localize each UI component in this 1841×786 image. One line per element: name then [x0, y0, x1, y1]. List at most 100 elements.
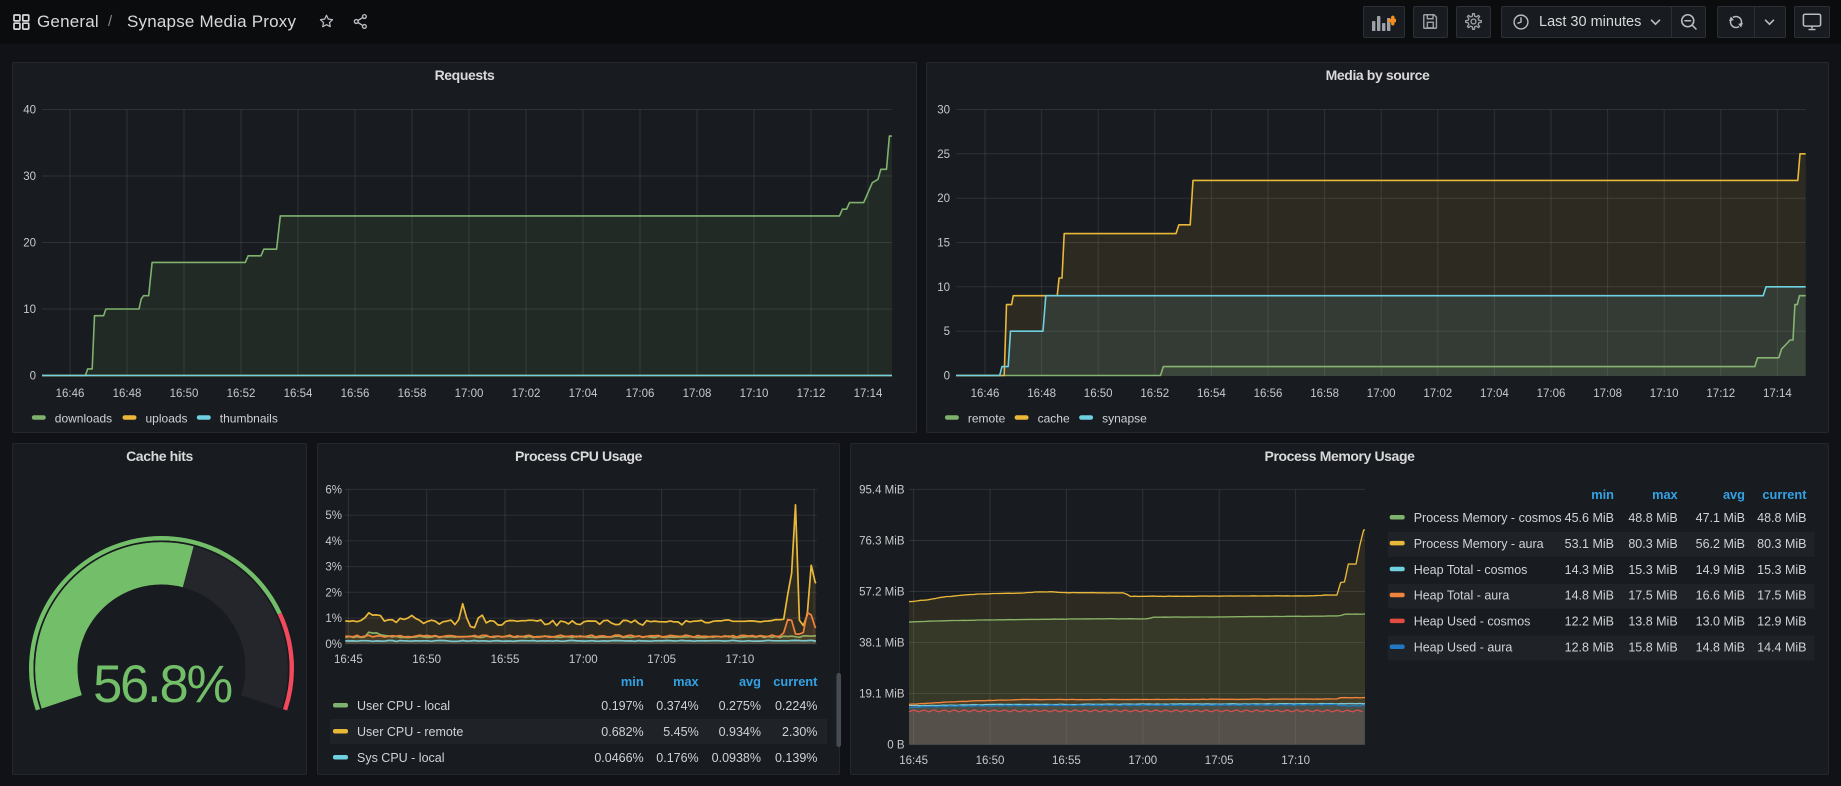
svg-text:15.8 MiB: 15.8 MiB	[1628, 641, 1677, 655]
svg-text:remote: remote	[968, 412, 1006, 426]
svg-text:current: current	[1762, 487, 1807, 502]
svg-text:17:04: 17:04	[1480, 388, 1509, 400]
svg-text:0.139%: 0.139%	[775, 751, 817, 765]
svg-text:0.197%: 0.197%	[601, 699, 643, 713]
svg-text:17:06: 17:06	[626, 388, 655, 400]
svg-text:0: 0	[944, 371, 950, 383]
svg-text:17:08: 17:08	[1593, 388, 1622, 400]
svg-text:17:05: 17:05	[647, 654, 676, 666]
svg-text:14.9 MiB: 14.9 MiB	[1696, 563, 1745, 577]
svg-text:14.8 MiB: 14.8 MiB	[1696, 641, 1745, 655]
svg-text:30: 30	[937, 105, 950, 117]
svg-text:cache: cache	[1038, 412, 1070, 426]
svg-text:5: 5	[944, 326, 950, 338]
svg-text:38.1 MiB: 38.1 MiB	[859, 638, 905, 650]
svg-text:25: 25	[937, 149, 950, 161]
svg-text:17:00: 17:00	[455, 388, 484, 400]
svg-text:15: 15	[937, 238, 950, 250]
svg-text:current: current	[773, 674, 818, 689]
svg-text:17:06: 17:06	[1537, 388, 1566, 400]
svg-text:13.8 MiB: 13.8 MiB	[1628, 615, 1677, 629]
svg-text:14.8 MiB: 14.8 MiB	[1565, 589, 1614, 603]
svg-text:12.2 MiB: 12.2 MiB	[1565, 615, 1614, 629]
svg-text:16:50: 16:50	[976, 755, 1005, 767]
svg-text:0.224%: 0.224%	[775, 699, 817, 713]
svg-text:5%: 5%	[325, 510, 342, 522]
svg-text:17:02: 17:02	[512, 388, 541, 400]
svg-text:0%: 0%	[325, 639, 342, 651]
svg-text:56.2 MiB: 56.2 MiB	[1696, 537, 1745, 551]
svg-text:max: max	[1652, 487, 1678, 502]
svg-text:17:00: 17:00	[569, 654, 598, 666]
svg-text:0: 0	[30, 371, 36, 383]
svg-text:17:14: 17:14	[1763, 388, 1792, 400]
svg-text:Heap Total - cosmos: Heap Total - cosmos	[1414, 563, 1528, 577]
svg-text:48.8 MiB: 48.8 MiB	[1628, 511, 1677, 525]
svg-text:20: 20	[23, 238, 36, 250]
svg-text:13.0 MiB: 13.0 MiB	[1696, 615, 1745, 629]
svg-text:avg: avg	[1723, 487, 1745, 502]
svg-text:16:45: 16:45	[334, 654, 363, 666]
svg-text:16:56: 16:56	[1254, 388, 1283, 400]
svg-text:14.3 MiB: 14.3 MiB	[1565, 563, 1614, 577]
svg-text:17:12: 17:12	[797, 388, 826, 400]
svg-text:16.6 MiB: 16.6 MiB	[1696, 589, 1745, 603]
svg-text:16:50: 16:50	[1084, 388, 1113, 400]
svg-text:57.2 MiB: 57.2 MiB	[859, 587, 905, 599]
svg-text:0.0466%: 0.0466%	[594, 751, 643, 765]
svg-text:17:08: 17:08	[683, 388, 712, 400]
svg-text:16:45: 16:45	[899, 755, 928, 767]
svg-text:16:48: 16:48	[1027, 388, 1056, 400]
svg-text:User CPU - local: User CPU - local	[357, 699, 450, 713]
svg-text:16:50: 16:50	[412, 654, 441, 666]
svg-text:14.4 MiB: 14.4 MiB	[1757, 641, 1806, 655]
svg-text:synapse: synapse	[1102, 412, 1147, 426]
svg-text:17:00: 17:00	[1367, 388, 1396, 400]
svg-text:17:05: 17:05	[1205, 755, 1234, 767]
svg-text:16:58: 16:58	[398, 388, 427, 400]
svg-text:12.8 MiB: 12.8 MiB	[1565, 641, 1614, 655]
svg-text:2.30%: 2.30%	[782, 725, 817, 739]
svg-text:45.6 MiB: 45.6 MiB	[1565, 511, 1614, 525]
svg-text:Heap Used - aura: Heap Used - aura	[1414, 641, 1513, 655]
svg-text:Heap Total - aura: Heap Total - aura	[1414, 589, 1510, 603]
svg-text:47.1 MiB: 47.1 MiB	[1696, 511, 1745, 525]
svg-text:4%: 4%	[325, 536, 342, 548]
svg-text:10: 10	[937, 282, 950, 294]
svg-text:16:58: 16:58	[1310, 388, 1339, 400]
svg-text:40: 40	[23, 105, 36, 117]
svg-text:0.0938%: 0.0938%	[712, 751, 761, 765]
svg-text:0 B: 0 B	[887, 740, 905, 752]
svg-text:downloads: downloads	[55, 412, 112, 426]
svg-text:Heap Used - cosmos: Heap Used - cosmos	[1414, 615, 1531, 629]
svg-text:16:50: 16:50	[170, 388, 199, 400]
svg-text:3%: 3%	[325, 562, 342, 574]
svg-text:6%: 6%	[325, 484, 342, 496]
svg-text:48.8 MiB: 48.8 MiB	[1757, 511, 1806, 525]
svg-text:16:52: 16:52	[1140, 388, 1169, 400]
svg-text:56.8%: 56.8%	[93, 655, 231, 714]
svg-text:16:46: 16:46	[971, 388, 1000, 400]
svg-text:min: min	[621, 674, 644, 689]
svg-text:Process Memory - aura: Process Memory - aura	[1414, 537, 1544, 551]
svg-text:17.5 MiB: 17.5 MiB	[1757, 589, 1806, 603]
svg-text:80.3 MiB: 80.3 MiB	[1757, 537, 1806, 551]
svg-text:uploads: uploads	[146, 412, 188, 426]
svg-text:17:04: 17:04	[569, 388, 598, 400]
svg-text:0.934%: 0.934%	[719, 725, 761, 739]
svg-text:16:52: 16:52	[227, 388, 256, 400]
svg-text:1%: 1%	[325, 613, 342, 625]
svg-text:16:55: 16:55	[491, 654, 520, 666]
svg-text:Process Memory - cosmos: Process Memory - cosmos	[1414, 511, 1562, 525]
svg-text:17.5 MiB: 17.5 MiB	[1628, 589, 1677, 603]
svg-text:16:48: 16:48	[113, 388, 142, 400]
svg-text:20: 20	[937, 193, 950, 205]
svg-text:17:02: 17:02	[1423, 388, 1452, 400]
svg-text:17:00: 17:00	[1128, 755, 1157, 767]
svg-text:16:54: 16:54	[284, 388, 313, 400]
svg-text:16:54: 16:54	[1197, 388, 1226, 400]
svg-text:Sys CPU - local: Sys CPU - local	[357, 751, 445, 765]
svg-text:max: max	[673, 674, 699, 689]
svg-text:19.1 MiB: 19.1 MiB	[859, 689, 905, 701]
svg-text:16:46: 16:46	[56, 388, 85, 400]
